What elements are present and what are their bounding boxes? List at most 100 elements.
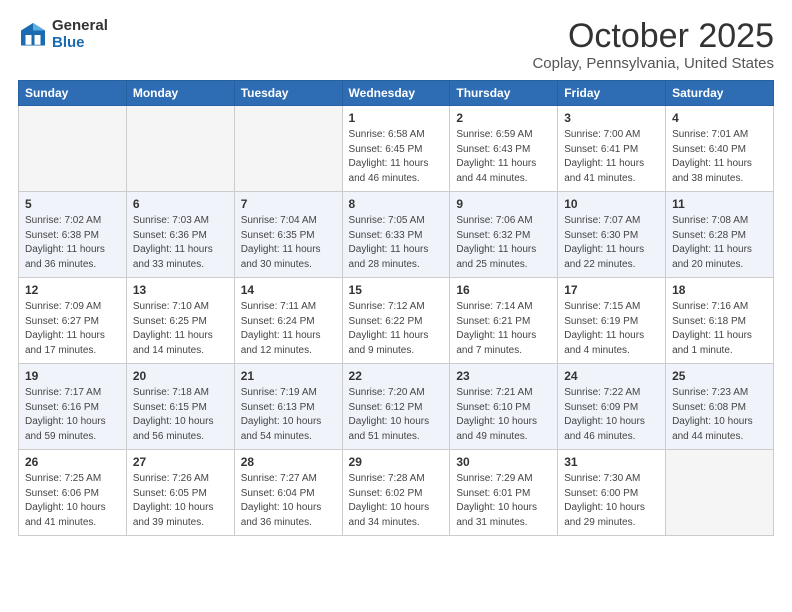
day-header-wednesday: Wednesday xyxy=(342,81,450,106)
day-info: Sunrise: 7:30 AMSunset: 6:00 PMDaylight:… xyxy=(564,472,659,530)
calendar-day-19: 19 Sunrise: 7:17 AMSunset: 6:16 PMDayligh… xyxy=(19,364,127,450)
day-number: 21 xyxy=(241,369,336,383)
calendar-day-6: 6 Sunrise: 7:03 AMSunset: 6:36 PMDaylight… xyxy=(126,192,234,278)
day-number: 15 xyxy=(349,283,444,297)
day-info: Sunrise: 7:12 AMSunset: 6:22 PMDaylight:… xyxy=(349,300,444,358)
day-info: Sunrise: 7:11 AMSunset: 6:24 PMDaylight:… xyxy=(241,300,336,358)
calendar-week-1: 1 Sunrise: 6:58 AMSunset: 6:45 PMDaylight… xyxy=(19,106,774,192)
day-number: 8 xyxy=(349,197,444,211)
calendar-day-11: 11Sunrise: 7:08 AMSunset: 6:28 PMDayligh… xyxy=(666,192,774,278)
day-info: Sunrise: 7:17 AMSunset: 6:16 PMDaylight:… xyxy=(25,386,120,444)
calendar-header-row: SundayMondayTuesdayWednesdayThursdayFrid… xyxy=(19,81,774,106)
calendar-day-7: 7 Sunrise: 7:04 AMSunset: 6:35 PMDaylight… xyxy=(234,192,342,278)
calendar-day-4: 4Sunrise: 7:01 AMSunset: 6:40 PMDaylight… xyxy=(666,106,774,192)
calendar-day-5: 5 Sunrise: 7:02 AMSunset: 6:38 PMDaylight… xyxy=(19,192,127,278)
day-info: Sunrise: 7:02 AMSunset: 6:38 PMDaylight:… xyxy=(25,214,120,272)
calendar-day-empty xyxy=(126,106,234,192)
day-info: Sunrise: 7:03 AMSunset: 6:36 PMDaylight:… xyxy=(133,214,228,272)
day-number: 30 xyxy=(456,455,551,469)
day-info: Sunrise: 6:58 AMSunset: 6:45 PMDaylight:… xyxy=(349,128,444,186)
day-number: 24 xyxy=(564,369,659,383)
day-number: 25 xyxy=(672,369,767,383)
day-number: 7 xyxy=(241,197,336,211)
calendar-day-empty xyxy=(666,450,774,536)
calendar-day-23: 23 Sunrise: 7:21 AMSunset: 6:10 PMDayligh… xyxy=(450,364,558,450)
day-number: 13 xyxy=(133,283,228,297)
calendar-week-3: 12 Sunrise: 7:09 AMSunset: 6:27 PMDayligh… xyxy=(19,278,774,364)
calendar-day-empty xyxy=(234,106,342,192)
calendar-day-25: 25 Sunrise: 7:23 AMSunset: 6:08 PMDayligh… xyxy=(666,364,774,450)
location-title: Coplay, Pennsylvania, United States xyxy=(532,55,774,72)
calendar-week-5: 26Sunrise: 7:25 AMSunset: 6:06 PMDayligh… xyxy=(19,450,774,536)
day-info: Sunrise: 7:01 AMSunset: 6:40 PMDaylight:… xyxy=(672,128,767,186)
day-header-saturday: Saturday xyxy=(666,81,774,106)
calendar-day-12: 12 Sunrise: 7:09 AMSunset: 6:27 PMDayligh… xyxy=(19,278,127,364)
day-number: 28 xyxy=(241,455,336,469)
calendar-day-15: 15 Sunrise: 7:12 AMSunset: 6:22 PMDayligh… xyxy=(342,278,450,364)
day-info: Sunrise: 7:16 AMSunset: 6:18 PMDaylight:… xyxy=(672,300,767,358)
day-number: 6 xyxy=(133,197,228,211)
day-number: 14 xyxy=(241,283,336,297)
calendar-day-21: 21 Sunrise: 7:19 AMSunset: 6:13 PMDayligh… xyxy=(234,364,342,450)
day-header-monday: Monday xyxy=(126,81,234,106)
day-number: 26 xyxy=(25,455,120,469)
calendar-day-31: 31 Sunrise: 7:30 AMSunset: 6:00 PMDayligh… xyxy=(558,450,666,536)
day-info: Sunrise: 7:07 AMSunset: 6:30 PMDaylight:… xyxy=(564,214,659,272)
calendar-day-16: 16Sunrise: 7:14 AMSunset: 6:21 PMDayligh… xyxy=(450,278,558,364)
day-header-thursday: Thursday xyxy=(450,81,558,106)
day-number: 19 xyxy=(25,369,120,383)
day-number: 16 xyxy=(456,283,551,297)
day-number: 18 xyxy=(672,283,767,297)
day-info: Sunrise: 7:21 AMSunset: 6:10 PMDaylight:… xyxy=(456,386,551,444)
day-number: 22 xyxy=(349,369,444,383)
calendar-day-18: 18 Sunrise: 7:16 AMSunset: 6:18 PMDayligh… xyxy=(666,278,774,364)
calendar-table: SundayMondayTuesdayWednesdayThursdayFrid… xyxy=(18,80,774,536)
day-number: 27 xyxy=(133,455,228,469)
title-block: October 2025 Coplay, Pennsylvania, Unite… xyxy=(532,18,774,72)
day-info: Sunrise: 7:19 AMSunset: 6:13 PMDaylight:… xyxy=(241,386,336,444)
day-info: Sunrise: 7:18 AMSunset: 6:15 PMDaylight:… xyxy=(133,386,228,444)
day-number: 3 xyxy=(564,111,659,125)
calendar-day-10: 10Sunrise: 7:07 AMSunset: 6:30 PMDayligh… xyxy=(558,192,666,278)
calendar-day-1: 1 Sunrise: 6:58 AMSunset: 6:45 PMDaylight… xyxy=(342,106,450,192)
calendar-day-29: 29 Sunrise: 7:28 AMSunset: 6:02 PMDayligh… xyxy=(342,450,450,536)
day-info: Sunrise: 7:00 AMSunset: 6:41 PMDaylight:… xyxy=(564,128,659,186)
calendar-day-28: 28 Sunrise: 7:27 AMSunset: 6:04 PMDayligh… xyxy=(234,450,342,536)
calendar-day-20: 20 Sunrise: 7:18 AMSunset: 6:15 PMDayligh… xyxy=(126,364,234,450)
day-number: 2 xyxy=(456,111,551,125)
day-info: Sunrise: 7:27 AMSunset: 6:04 PMDaylight:… xyxy=(241,472,336,530)
day-info: Sunrise: 6:59 AMSunset: 6:43 PMDaylight:… xyxy=(456,128,551,186)
day-header-sunday: Sunday xyxy=(19,81,127,106)
calendar-day-empty xyxy=(19,106,127,192)
day-number: 1 xyxy=(349,111,444,125)
day-number: 29 xyxy=(349,455,444,469)
calendar-day-13: 13 Sunrise: 7:10 AMSunset: 6:25 PMDayligh… xyxy=(126,278,234,364)
calendar-day-3: 3 Sunrise: 7:00 AMSunset: 6:41 PMDaylight… xyxy=(558,106,666,192)
logo: General Blue xyxy=(18,18,108,51)
day-info: Sunrise: 7:28 AMSunset: 6:02 PMDaylight:… xyxy=(349,472,444,530)
calendar-day-22: 22Sunrise: 7:20 AMSunset: 6:12 PMDayligh… xyxy=(342,364,450,450)
logo-text: General Blue xyxy=(52,18,108,51)
day-number: 17 xyxy=(564,283,659,297)
calendar-day-2: 2 Sunrise: 6:59 AMSunset: 6:43 PMDaylight… xyxy=(450,106,558,192)
day-header-tuesday: Tuesday xyxy=(234,81,342,106)
day-number: 12 xyxy=(25,283,120,297)
day-info: Sunrise: 7:23 AMSunset: 6:08 PMDaylight:… xyxy=(672,386,767,444)
calendar-day-26: 26Sunrise: 7:25 AMSunset: 6:06 PMDayligh… xyxy=(19,450,127,536)
day-info: Sunrise: 7:04 AMSunset: 6:35 PMDaylight:… xyxy=(241,214,336,272)
day-info: Sunrise: 7:10 AMSunset: 6:25 PMDaylight:… xyxy=(133,300,228,358)
day-info: Sunrise: 7:09 AMSunset: 6:27 PMDaylight:… xyxy=(25,300,120,358)
day-info: Sunrise: 7:15 AMSunset: 6:19 PMDaylight:… xyxy=(564,300,659,358)
day-info: Sunrise: 7:08 AMSunset: 6:28 PMDaylight:… xyxy=(672,214,767,272)
page-container: General Blue October 2025 Coplay, Pennsy… xyxy=(0,0,792,546)
day-info: Sunrise: 7:05 AMSunset: 6:33 PMDaylight:… xyxy=(349,214,444,272)
day-number: 5 xyxy=(25,197,120,211)
logo-icon xyxy=(18,20,48,50)
day-info: Sunrise: 7:06 AMSunset: 6:32 PMDaylight:… xyxy=(456,214,551,272)
calendar-week-4: 19 Sunrise: 7:17 AMSunset: 6:16 PMDayligh… xyxy=(19,364,774,450)
day-number: 23 xyxy=(456,369,551,383)
calendar-day-17: 17 Sunrise: 7:15 AMSunset: 6:19 PMDayligh… xyxy=(558,278,666,364)
day-info: Sunrise: 7:29 AMSunset: 6:01 PMDaylight:… xyxy=(456,472,551,530)
day-number: 31 xyxy=(564,455,659,469)
day-number: 20 xyxy=(133,369,228,383)
